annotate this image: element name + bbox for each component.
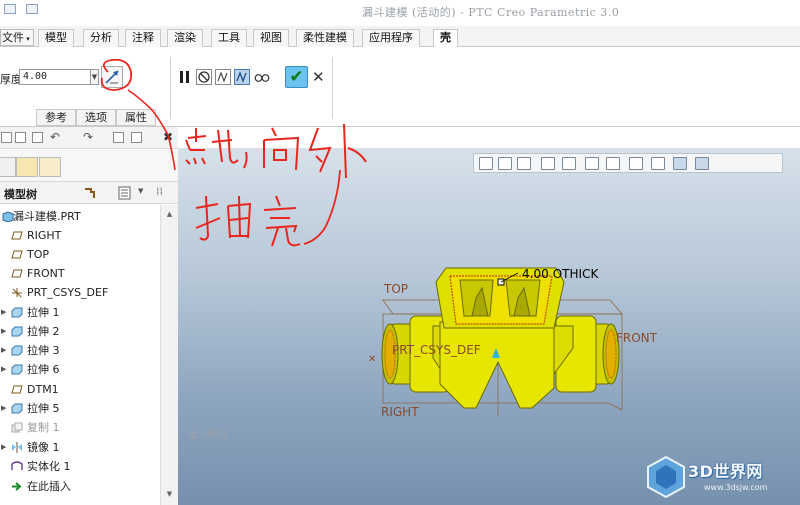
handwritten-annotation: [100, 58, 367, 247]
